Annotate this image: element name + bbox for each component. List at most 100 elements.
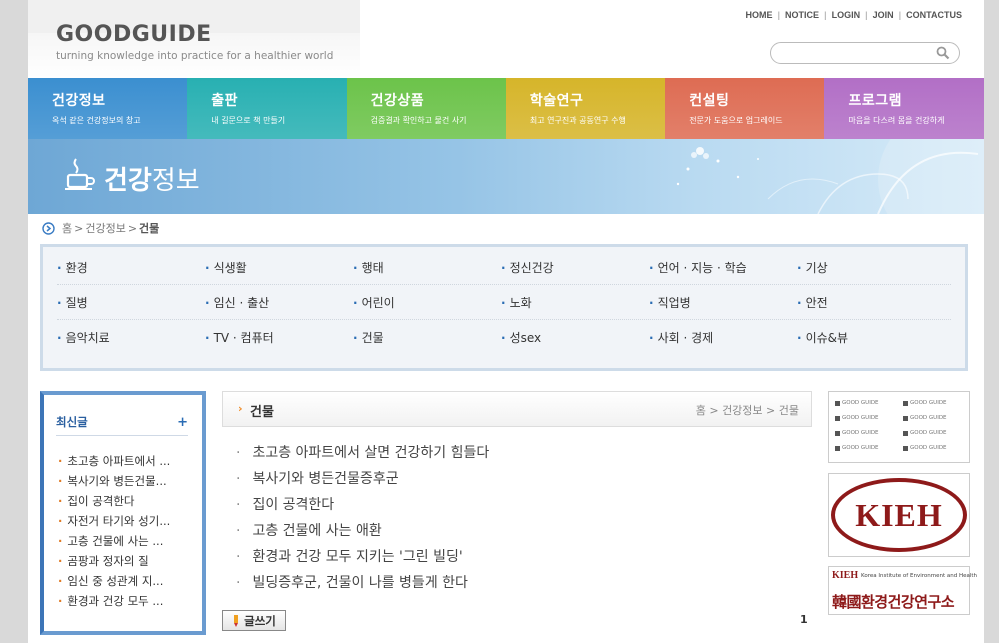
article-link: 환경과 건강 모두 지키는 '그린 빌딩' — [252, 549, 463, 565]
category-music-therapy[interactable]: · 음악치료 — [57, 329, 205, 346]
breadcrumb-section[interactable]: 건강정보 — [85, 220, 125, 236]
logo-mark-icon — [903, 415, 908, 421]
bullet: · — [353, 295, 358, 310]
category-label: 질병 — [65, 295, 88, 310]
nav-health-info[interactable]: 건강정보 옥석 같은 건강정보의 창고 — [28, 78, 188, 139]
list-item[interactable]: · 고층 건물에 사는 ... — [58, 533, 192, 553]
partner-logo-text: GOOD GUIDE — [910, 415, 947, 421]
category-label: 음악치료 — [65, 331, 110, 345]
list-item[interactable]: · 임신 중 성관계 지... — [58, 573, 192, 593]
category-sex[interactable]: · 성sex — [501, 329, 649, 346]
partner-logos-banner[interactable]: GOOD GUIDE GOOD GUIDE GOOD GUIDE GOOD GU… — [828, 391, 970, 463]
bullet: · — [57, 260, 62, 275]
category-aging[interactable]: · 노화 — [501, 294, 649, 311]
category-label: 이슈&뷰 — [805, 331, 849, 345]
category-disease[interactable]: · 질병 — [57, 294, 205, 311]
list-item[interactable]: · 복사기와 병든건물증후군 — [236, 468, 806, 494]
nav-subtitle: 옥석 같은 건강정보의 창고 — [52, 116, 141, 125]
list-item[interactable]: · 빌딩증후군, 건물이 나를 병들게 한다 — [236, 572, 806, 598]
nav-consulting[interactable]: 컨설팅 전문가 도움으로 업그레이드 — [665, 78, 825, 139]
section-banner: 건강정보 — [28, 139, 984, 214]
link-separator: | — [824, 10, 827, 20]
list-item[interactable]: · 곰팡과 정자의 질 — [58, 553, 192, 573]
nav-title: 건강정보 — [52, 93, 106, 109]
breadcrumb-home[interactable]: 홈 — [62, 220, 72, 236]
bullet: · — [649, 260, 654, 275]
category-issue-view[interactable]: · 이슈&뷰 — [797, 329, 945, 346]
category-tv-computer[interactable]: · TV · 컴퓨터 — [205, 329, 353, 346]
divider — [56, 435, 188, 436]
bullet: · — [58, 474, 63, 488]
contactus-link[interactable]: CONTACTUS — [906, 10, 962, 20]
recent-post-link: 집이 공격한다 — [67, 494, 135, 508]
list-item[interactable]: · 초고층 아파트에서 ... — [58, 453, 192, 473]
bullet: · — [58, 554, 63, 568]
login-link[interactable]: LOGIN — [832, 10, 861, 20]
bullet: · — [797, 331, 802, 345]
content-breadcrumb: 홈 > 건강정보 > 건물 — [695, 404, 799, 417]
article-link: 집이 공격한다 — [252, 497, 335, 513]
recent-post-link: 자전거 타기와 성기... — [67, 514, 171, 528]
category-behavior[interactable]: · 행태 — [353, 259, 501, 276]
category-label: 환경 — [65, 260, 88, 275]
partner-logo-text: GOOD GUIDE — [842, 400, 879, 406]
partner-logo: GOOD GUIDE — [903, 412, 963, 424]
breadcrumb-separator: > — [127, 221, 138, 235]
search-icon[interactable] — [936, 46, 950, 60]
category-label: 어린이 — [361, 295, 395, 310]
category-label: 건물 — [361, 331, 384, 345]
article-link: 초고층 아파트에서 살면 건강하기 힘들다 — [252, 445, 490, 461]
nav-title: 프로그램 — [848, 93, 903, 109]
category-society-economy[interactable]: · 사회 · 경제 — [649, 329, 797, 346]
main-nav: 건강정보 옥석 같은 건강정보의 창고 출판 내 길문으로 책 만들기 건강상품… — [28, 78, 984, 139]
pagination-current[interactable]: 1 — [800, 613, 808, 626]
bullet: · — [58, 574, 63, 588]
nav-research[interactable]: 학술연구 최고 연구진과 공동연구 수행 — [505, 78, 666, 139]
bullet: · — [57, 331, 62, 345]
top-links: HOME | NOTICE | LOGIN | JOIN | CONTACTUS — [746, 10, 962, 20]
logo-mark-icon — [835, 430, 840, 436]
category-weather[interactable]: · 기상 — [797, 259, 945, 276]
list-item[interactable]: · 초고층 아파트에서 살면 건강하기 힘들다 — [236, 442, 806, 468]
category-occupational[interactable]: · 직업병 — [649, 294, 797, 311]
article-link: 복사기와 병든건물증후군 — [252, 471, 399, 487]
kieh-name-banner[interactable]: KIEH Korea Institute of Environment and … — [828, 566, 977, 615]
nav-program[interactable]: 프로그램 마음을 다스려 몸을 건강하게 — [824, 78, 984, 139]
category-safety[interactable]: · 안전 — [797, 294, 945, 311]
nav-publishing[interactable]: 출판 내 길문으로 책 만들기 — [187, 78, 347, 139]
list-item[interactable]: · 복사기와 병든건물... — [58, 473, 192, 493]
nav-title: 학술연구 — [529, 93, 584, 109]
bullet: · — [353, 260, 358, 275]
nav-subtitle: 내 길문으로 책 만들기 — [211, 116, 286, 125]
category-language-learning[interactable]: · 언어 · 지능 · 학습 — [649, 259, 797, 276]
category-label: 성sex — [509, 331, 542, 345]
nav-health-products[interactable]: 건강상품 검증결과 확인하고 물건 사기 — [346, 78, 506, 139]
write-button[interactable]: 글쓰기 — [222, 610, 286, 631]
bullet: · — [58, 514, 63, 528]
site-logo[interactable]: GOODGUIDE — [56, 22, 212, 47]
list-item[interactable]: · 고층 건물에 사는 애환 — [236, 520, 806, 546]
search-input[interactable] — [781, 46, 931, 61]
category-environment[interactable]: · 환경 — [57, 259, 205, 276]
category-building[interactable]: · 건물 — [353, 329, 501, 346]
nav-title: 컨설팅 — [689, 93, 730, 109]
category-label: 안전 — [805, 295, 828, 310]
list-item[interactable]: · 자전거 타기와 성기... — [58, 513, 192, 533]
category-children[interactable]: · 어린이 — [353, 294, 501, 311]
kieh-logo-banner[interactable]: KIEH — [828, 473, 970, 557]
category-menu: · 환경 · 식생활 · 행태 · 정신건강 · 언어 · 지능 · 학습 · 기상 · 질병… — [40, 244, 968, 371]
category-diet[interactable]: · 식생활 — [205, 259, 353, 276]
home-link[interactable]: HOME — [746, 10, 773, 20]
recent-posts-list: · 초고층 아파트에서 ... · 복사기와 병든건물... · 집이 공격한다 · 자… — [58, 453, 192, 613]
list-item[interactable]: · 집이 공격한다 — [236, 494, 806, 520]
category-pregnancy[interactable]: · 임신 · 출산 — [205, 294, 353, 311]
list-item[interactable]: · 집이 공격한다 — [58, 493, 192, 513]
more-plus-icon[interactable]: + — [177, 415, 188, 430]
category-mental-health[interactable]: · 정신건강 — [501, 259, 649, 276]
list-item[interactable]: · 환경과 건강 모두 지키는 '그린 빌딩' — [236, 546, 806, 572]
list-item[interactable]: · 환경과 건강 모두 ... — [58, 593, 192, 613]
banner-title-bold: 건강 — [104, 166, 152, 196]
notice-link[interactable]: NOTICE — [785, 10, 819, 20]
logo-mark-icon — [835, 400, 840, 406]
join-link[interactable]: JOIN — [873, 10, 894, 20]
